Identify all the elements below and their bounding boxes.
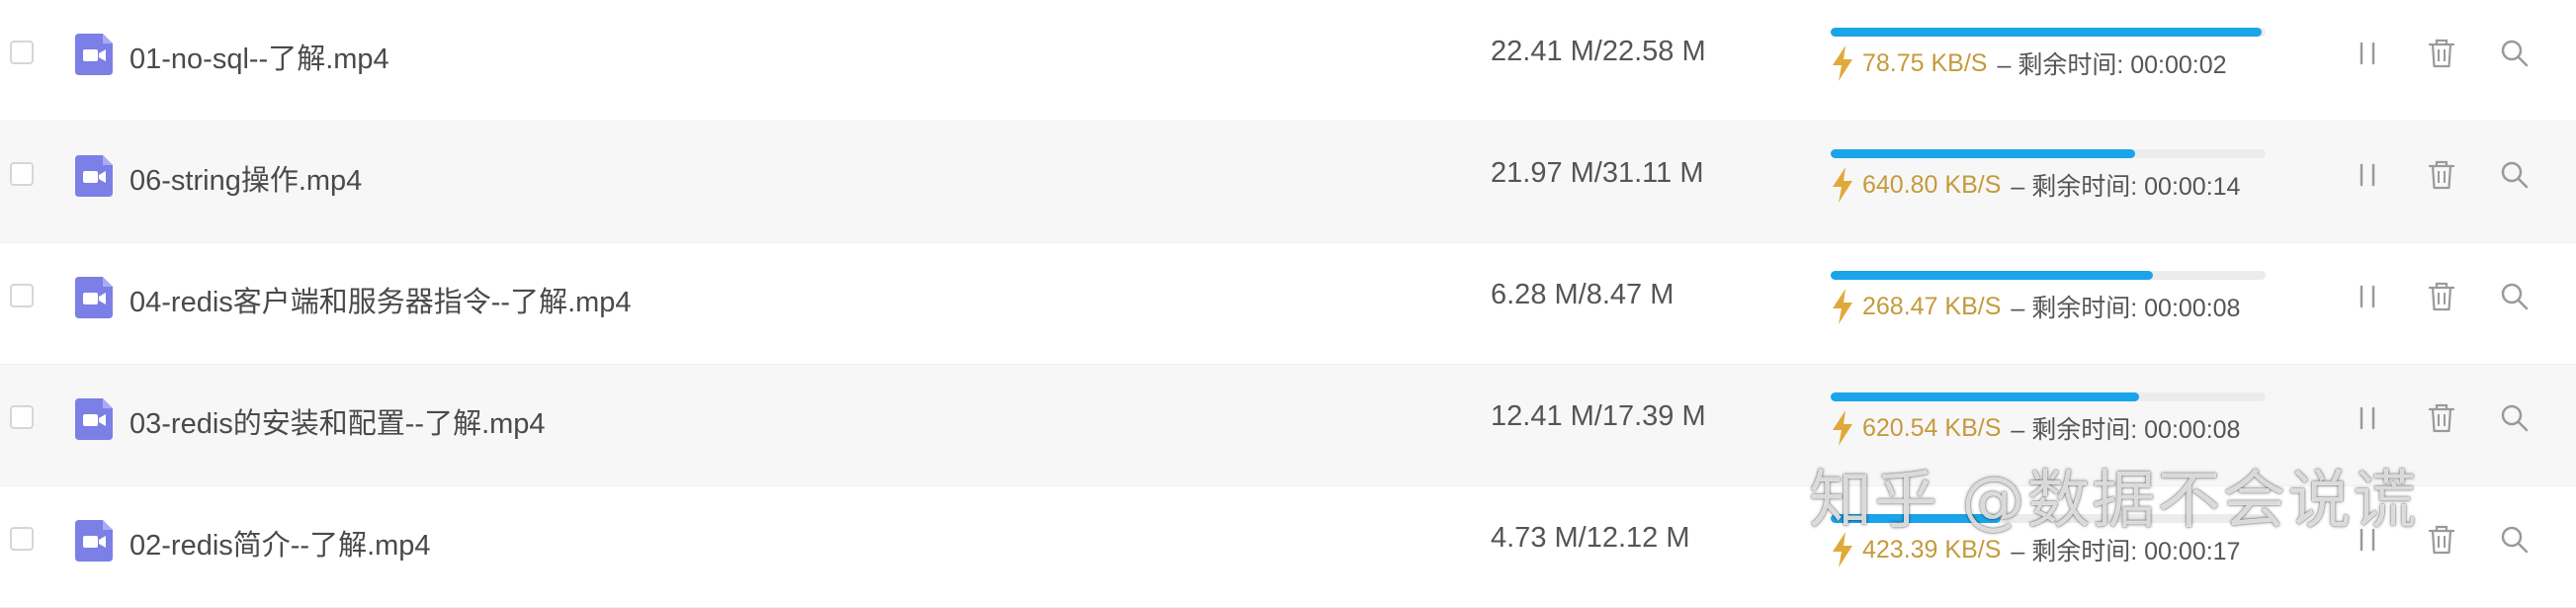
- video-file-icon: [75, 277, 113, 318]
- speed-line: 268.47 KB/S – 剩余时间: 00:00:08: [1831, 289, 2240, 324]
- lightning-icon: [1833, 45, 1852, 81]
- lightning-icon: [1833, 289, 1852, 324]
- pause-button[interactable]: [2350, 157, 2385, 193]
- video-file-icon: [75, 34, 113, 75]
- search-icon: [2501, 283, 2529, 310]
- progress-bar-fill: [1831, 392, 2140, 401]
- time-remaining: – 剩余时间: 00:00:14: [2011, 173, 2241, 201]
- download-speed: 620.54 KB/S: [1862, 413, 2002, 442]
- download-speed: 640.80 KB/S: [1862, 170, 2002, 199]
- download-speed: 78.75 KB/S: [1862, 48, 1988, 77]
- file-name: 02-redis简介--了解.mp4: [129, 530, 431, 562]
- download-speed: 268.47 KB/S: [1862, 292, 2002, 320]
- pause-button[interactable]: [2350, 279, 2385, 314]
- search-icon: [2501, 404, 2529, 432]
- trash-icon: [2428, 282, 2455, 311]
- delete-button[interactable]: [2424, 36, 2459, 71]
- search-icon: [2501, 161, 2529, 189]
- video-file-icon: [75, 398, 113, 440]
- lightning-icon: [1833, 410, 1852, 446]
- pause-icon: [2360, 42, 2375, 65]
- time-remaining: – 剩余时间: 00:00:08: [2011, 416, 2241, 444]
- trash-icon: [2428, 160, 2455, 190]
- pause-button[interactable]: [2350, 400, 2385, 436]
- file-name: 03-redis的安装和配置--了解.mp4: [129, 408, 546, 440]
- pause-icon: [2360, 285, 2375, 308]
- time-remaining: – 剩余时间: 00:00:08: [2011, 295, 2241, 322]
- search-icon: [2501, 40, 2529, 67]
- search-icon: [2501, 526, 2529, 554]
- pause-icon: [2360, 406, 2375, 430]
- pause-button[interactable]: [2350, 36, 2385, 71]
- progress-bar: [1831, 149, 2266, 158]
- pause-icon: [2360, 163, 2375, 187]
- trash-icon: [2428, 39, 2455, 68]
- speed-line: 640.80 KB/S – 剩余时间: 00:00:14: [1831, 167, 2240, 203]
- file-size-progress: 4.73 M/12.12 M: [1491, 522, 1690, 554]
- download-row: 04-redis客户端和服务器指令--了解.mp4 6.28 M/8.47 M …: [0, 243, 2576, 365]
- delete-button[interactable]: [2424, 522, 2459, 558]
- row-checkbox[interactable]: [10, 41, 34, 64]
- delete-button[interactable]: [2424, 157, 2459, 193]
- progress-bar-fill: [1831, 28, 2262, 37]
- speed-line: 78.75 KB/S – 剩余时间: 00:00:02: [1831, 45, 2227, 81]
- file-name: 04-redis客户端和服务器指令--了解.mp4: [129, 287, 632, 318]
- video-file-icon: [75, 155, 113, 197]
- row-checkbox[interactable]: [10, 284, 34, 307]
- time-remaining: – 剩余时间: 00:00:02: [1997, 51, 2227, 79]
- search-button[interactable]: [2497, 36, 2533, 71]
- file-name: 06-string操作.mp4: [129, 165, 363, 197]
- search-button[interactable]: [2497, 522, 2533, 558]
- file-size-progress: 6.28 M/8.47 M: [1491, 279, 1674, 310]
- trash-icon: [2428, 525, 2455, 555]
- download-row: 01-no-sql--了解.mp4 22.41 M/22.58 M 78.75 …: [0, 0, 2576, 122]
- progress-bar-fill: [1831, 149, 2135, 158]
- progress-bar: [1831, 28, 2266, 37]
- lightning-icon: [1833, 167, 1852, 203]
- row-checkbox[interactable]: [10, 527, 34, 551]
- row-checkbox[interactable]: [10, 405, 34, 429]
- file-size-progress: 12.41 M/17.39 M: [1491, 400, 1706, 432]
- progress-bar: [1831, 392, 2266, 401]
- progress-bar: [1831, 271, 2266, 280]
- download-row: 06-string操作.mp4 21.97 M/31.11 M 640.80 K…: [0, 122, 2576, 243]
- row-checkbox[interactable]: [10, 162, 34, 186]
- file-name: 01-no-sql--了解.mp4: [129, 43, 389, 75]
- search-button[interactable]: [2497, 400, 2533, 436]
- file-size-progress: 21.97 M/31.11 M: [1491, 157, 1704, 189]
- speed-line: 620.54 KB/S – 剩余时间: 00:00:08: [1831, 410, 2240, 446]
- delete-button[interactable]: [2424, 400, 2459, 436]
- file-size-progress: 22.41 M/22.58 M: [1491, 36, 1706, 67]
- watermark: 知乎 @数据不会说谎: [1809, 465, 2419, 538]
- progress-bar-fill: [1831, 271, 2153, 280]
- search-button[interactable]: [2497, 279, 2533, 314]
- delete-button[interactable]: [2424, 279, 2459, 314]
- trash-icon: [2428, 403, 2455, 433]
- search-button[interactable]: [2497, 157, 2533, 193]
- video-file-icon: [75, 520, 113, 562]
